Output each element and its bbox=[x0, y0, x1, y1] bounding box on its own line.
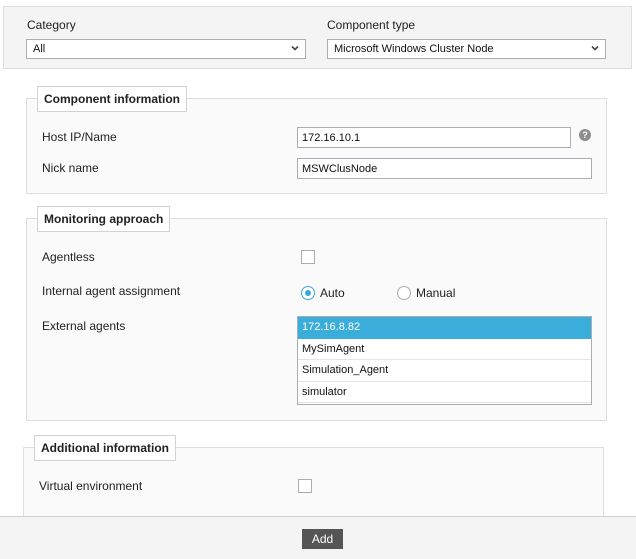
filter-panel: Category All Component type Microsoft Wi… bbox=[3, 6, 632, 69]
host-ip-label: Host IP/Name bbox=[42, 130, 117, 144]
virtual-environment-label: Virtual environment bbox=[39, 479, 143, 493]
component-type-select-value: Microsoft Windows Cluster Node bbox=[334, 43, 494, 55]
external-agent-item[interactable]: simulator bbox=[298, 382, 591, 403]
component-type-label: Component type bbox=[327, 18, 416, 32]
external-agent-item[interactable]: 172.16.8.82 bbox=[298, 317, 591, 339]
question-circle-icon[interactable]: ? bbox=[579, 129, 591, 141]
internal-agent-assignment-label: Internal agent assignment bbox=[42, 284, 181, 298]
auto-radio-label[interactable]: Auto bbox=[320, 286, 345, 300]
external-agent-item[interactable]: MySimAgent bbox=[298, 339, 591, 360]
manual-radio-label[interactable]: Manual bbox=[416, 286, 455, 300]
virtual-environment-checkbox[interactable] bbox=[298, 479, 312, 493]
agentless-label: Agentless bbox=[42, 250, 95, 264]
auto-radio[interactable] bbox=[301, 286, 315, 300]
add-button[interactable]: Add bbox=[302, 529, 343, 549]
manual-radio[interactable] bbox=[397, 286, 411, 300]
footer-bar: Add bbox=[0, 516, 636, 559]
chevron-down-icon bbox=[291, 45, 299, 51]
category-select-value: All bbox=[33, 43, 46, 55]
host-ip-input[interactable] bbox=[297, 127, 571, 148]
external-agent-item[interactable]: Simulation_Agent bbox=[298, 360, 591, 382]
category-select[interactable]: All bbox=[26, 39, 306, 59]
agentless-checkbox[interactable] bbox=[301, 250, 315, 264]
additional-information-legend: Additional information bbox=[34, 435, 176, 461]
external-agents-label: External agents bbox=[42, 319, 126, 333]
nick-name-input[interactable] bbox=[297, 158, 592, 179]
external-agents-listbox[interactable]: 172.16.8.82 MySimAgent Simulation_Agent … bbox=[297, 316, 592, 405]
component-type-select[interactable]: Microsoft Windows Cluster Node bbox=[327, 39, 606, 59]
chevron-down-icon bbox=[591, 45, 599, 51]
category-label: Category bbox=[27, 18, 76, 32]
nick-name-label: Nick name bbox=[42, 161, 99, 175]
monitoring-approach-legend: Monitoring approach bbox=[37, 206, 171, 232]
component-information-legend: Component information bbox=[37, 86, 187, 112]
